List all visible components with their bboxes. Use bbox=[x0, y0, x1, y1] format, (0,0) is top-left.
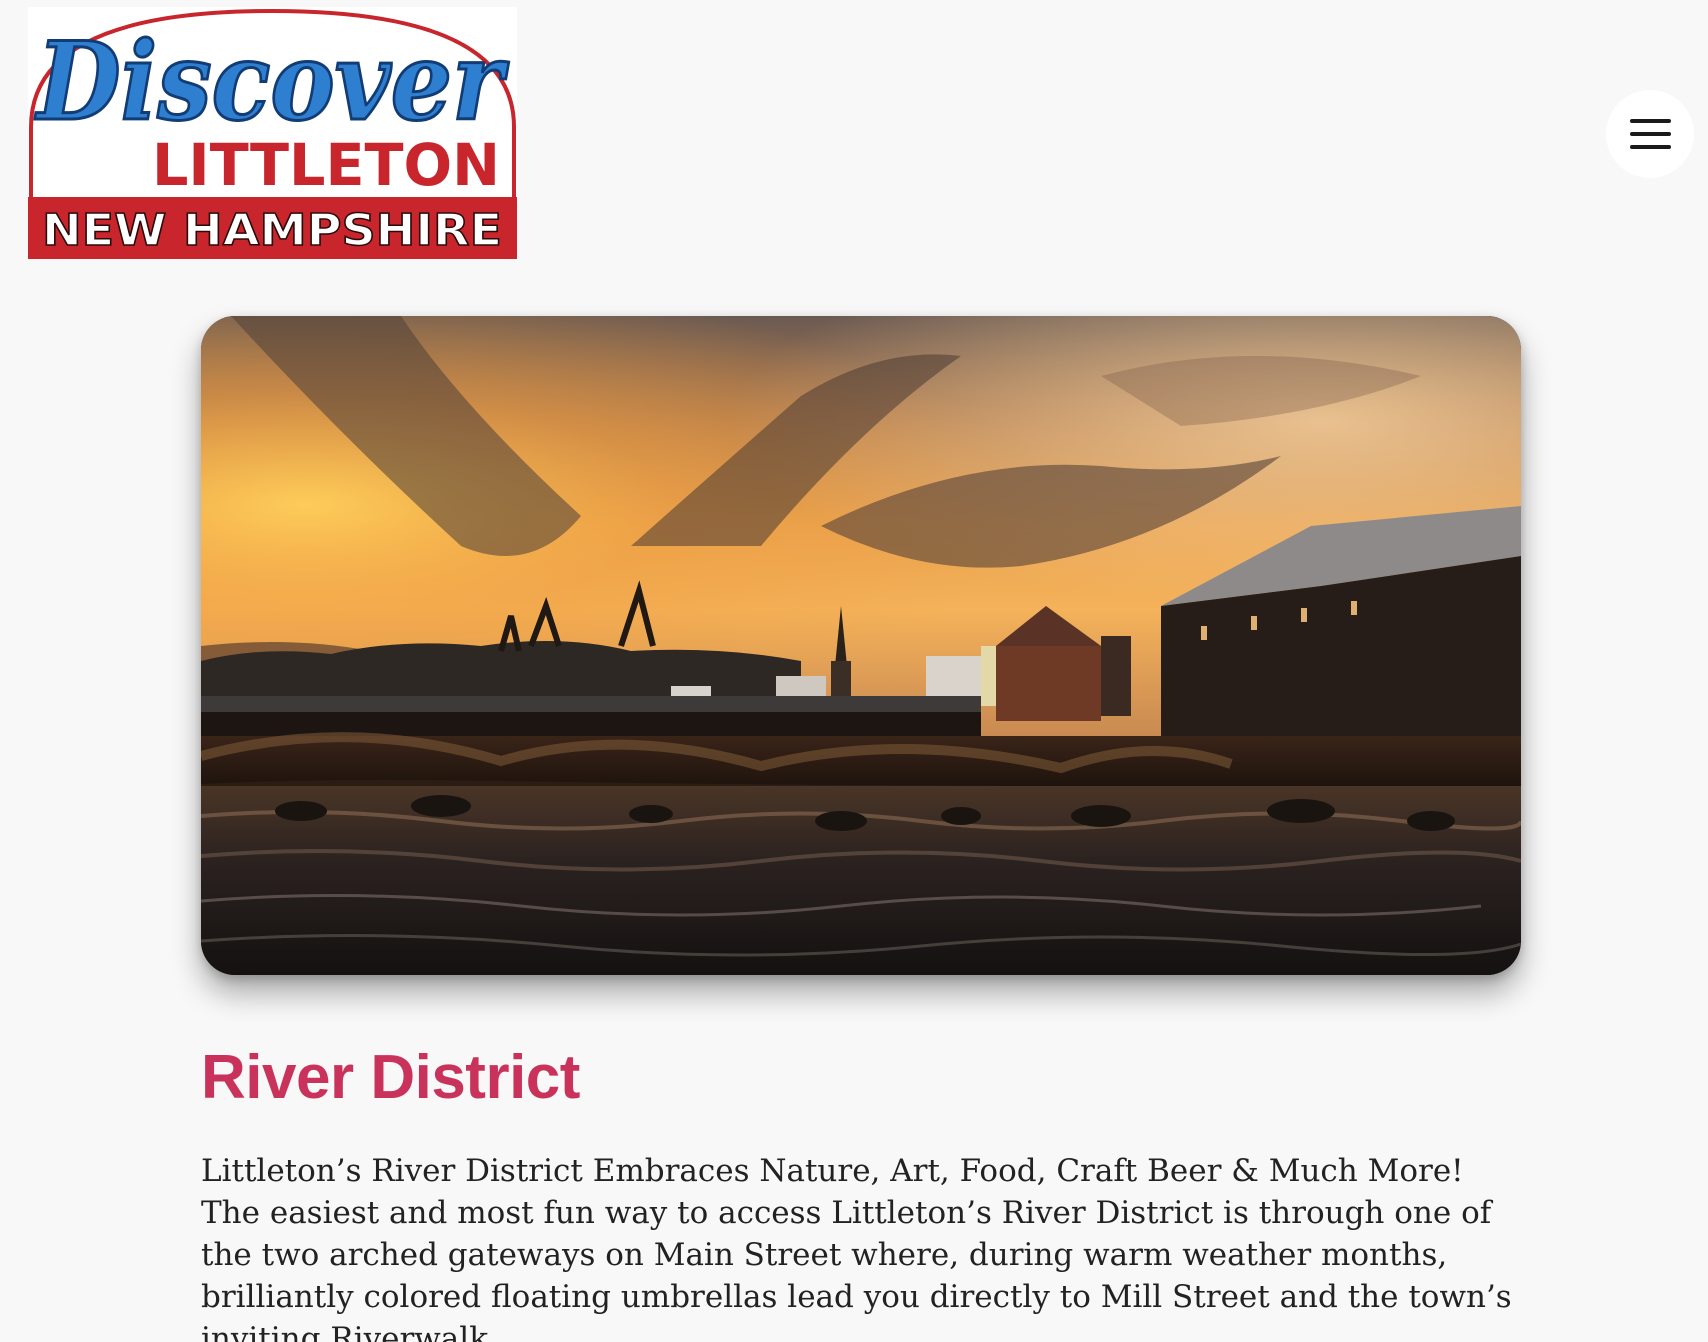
site-logo[interactable]: Discover LITTLETON NEW HAMPSHIRE bbox=[28, 7, 517, 259]
discover-littleton-logo: Discover LITTLETON NEW HAMPSHIRE bbox=[28, 8, 517, 259]
menu-button[interactable] bbox=[1606, 90, 1694, 178]
hamburger-menu-icon bbox=[1629, 119, 1671, 123]
hero-image bbox=[201, 316, 1521, 975]
logo-script-text: Discover bbox=[34, 19, 509, 145]
logo-state-text: NEW HAMPSHIRE bbox=[42, 205, 502, 256]
hamburger-menu-icon-bar bbox=[1629, 145, 1671, 149]
page: Discover LITTLETON NEW HAMPSHIRE River D… bbox=[0, 0, 1708, 1342]
river-district-sunset-photo bbox=[201, 316, 1521, 975]
logo-town-text: LITTLETON bbox=[152, 131, 500, 199]
article: River District Littleton’s River Distric… bbox=[201, 1040, 1531, 1342]
page-title: River District bbox=[201, 1043, 580, 1112]
hamburger-menu-icon-bar bbox=[1629, 132, 1671, 136]
article-body: Littleton’s River District Embraces Natu… bbox=[201, 1153, 1512, 1342]
